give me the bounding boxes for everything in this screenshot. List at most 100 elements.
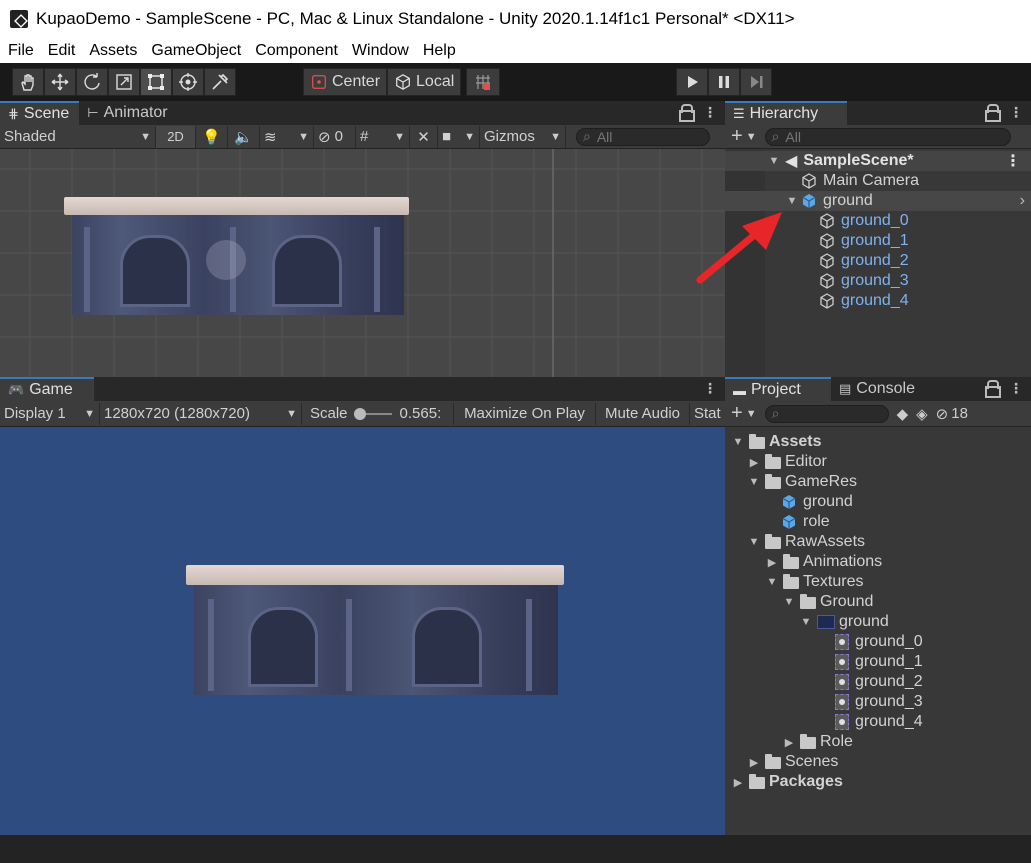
chevron-right-icon[interactable]: ›: [1020, 192, 1025, 210]
collapse-arrow-icon[interactable]: ▶: [765, 556, 779, 569]
expand-arrow-icon[interactable]: ▼: [799, 616, 813, 628]
hierarchy-item-ground-2[interactable]: ground_2: [725, 251, 1031, 271]
menu-window[interactable]: Window: [345, 42, 416, 60]
rect-tool-button[interactable]: [140, 68, 172, 96]
project-item-role-folder[interactable]: ▶ Role: [725, 732, 1031, 752]
collapse-arrow-icon[interactable]: ▶: [747, 456, 761, 469]
project-search-input[interactable]: ⌕: [764, 404, 889, 423]
stats-toggle[interactable]: Stat: [690, 403, 725, 425]
project-item-ground-folder[interactable]: ▼ Ground: [725, 592, 1031, 612]
menu-gameobject[interactable]: GameObject: [144, 42, 248, 60]
hierarchy-item-ground-4[interactable]: ground_4: [725, 291, 1031, 311]
tab-console[interactable]: ▤ Console: [831, 377, 925, 401]
scale-slider[interactable]: Scale 0.565:: [302, 402, 454, 425]
resolution-dropdown[interactable]: 1280x720 (1280x720) ▼: [100, 402, 302, 425]
hierarchy-item-ground-0[interactable]: ground_0: [725, 211, 1031, 231]
shading-mode-dropdown[interactable]: Shaded ▼: [0, 125, 156, 148]
mute-audio-toggle[interactable]: Mute Audio: [596, 402, 690, 425]
tab-project[interactable]: ▬ Project: [725, 377, 831, 401]
pivot-handle[interactable]: [206, 240, 246, 280]
project-item-ground-2-sprite[interactable]: ground_2: [725, 672, 1031, 692]
scene-viewport[interactable]: [0, 149, 725, 377]
maximize-on-play-toggle[interactable]: Maximize On Play: [454, 402, 596, 425]
project-item-role-prefab[interactable]: role: [725, 512, 1031, 532]
hierarchy-item-main-camera[interactable]: Main Camera: [725, 171, 1031, 191]
kebab-menu-icon[interactable]: ⋮: [1009, 380, 1023, 397]
hand-tool-button[interactable]: [12, 68, 44, 96]
scene-tools-button[interactable]: ✕: [410, 125, 438, 148]
hierarchy-item-ground-3[interactable]: ground_3: [725, 271, 1031, 291]
filter-by-type-icon[interactable]: ◆: [897, 405, 909, 423]
kebab-menu-icon[interactable]: ⋮: [703, 104, 717, 121]
custom-tool-button[interactable]: [204, 68, 236, 96]
expand-arrow-icon[interactable]: ▼: [747, 536, 761, 548]
expand-arrow-icon[interactable]: ▼: [765, 576, 779, 588]
tab-hierarchy[interactable]: ☰ Hierarchy: [725, 101, 847, 125]
scale-slider-thumb[interactable]: [353, 407, 366, 420]
kebab-menu-icon[interactable]: ⋮: [1005, 151, 1021, 171]
pause-button[interactable]: [708, 68, 740, 96]
project-item-animations[interactable]: ▶ Animations: [725, 552, 1031, 572]
project-item-ground-3-sprite[interactable]: ground_3: [725, 692, 1031, 712]
tab-game[interactable]: 🎮 Game: [0, 377, 94, 401]
menu-edit[interactable]: Edit: [41, 42, 83, 60]
menu-assets[interactable]: Assets: [82, 42, 144, 60]
project-item-ground-0-sprite[interactable]: ground_0: [725, 632, 1031, 652]
pivot-center-toggle[interactable]: Center: [303, 68, 388, 96]
project-item-gameres[interactable]: ▼ GameRes: [725, 472, 1031, 492]
hierarchy-search-input[interactable]: ⌕ All: [764, 127, 1011, 146]
create-asset-button[interactable]: + ▼: [731, 402, 757, 425]
lock-icon[interactable]: [985, 380, 1001, 398]
hierarchy-item-ground-1[interactable]: ground_1: [725, 231, 1031, 251]
collapse-arrow-icon[interactable]: ▶: [747, 756, 761, 769]
pivot-local-toggle[interactable]: Local: [387, 68, 462, 96]
play-button[interactable]: [676, 68, 708, 96]
lock-icon[interactable]: [679, 104, 695, 122]
scene-search-input[interactable]: ⌕ All: [576, 127, 710, 146]
tab-animator[interactable]: ⊢ Animator: [79, 101, 177, 125]
project-item-ground-texture[interactable]: ▼ ground: [725, 612, 1031, 632]
project-item-assets[interactable]: ▼ Assets: [725, 432, 1031, 452]
step-button[interactable]: [740, 68, 772, 96]
project-item-rawassets[interactable]: ▼ RawAssets: [725, 532, 1031, 552]
audio-toggle[interactable]: 🔈: [228, 125, 260, 148]
camera-dropdown[interactable]: ■ ▼: [438, 125, 480, 148]
menu-component[interactable]: Component: [248, 42, 345, 60]
project-item-textures[interactable]: ▼ Textures: [725, 572, 1031, 592]
kebab-menu-icon[interactable]: ⋮: [1009, 104, 1023, 121]
gizmos-dropdown[interactable]: Gizmos ▼: [480, 125, 566, 148]
expand-arrow-icon[interactable]: ▼: [785, 195, 799, 207]
project-item-scenes[interactable]: ▶ Scenes: [725, 752, 1031, 772]
grid-snap-button[interactable]: [466, 68, 500, 96]
collapse-arrow-icon[interactable]: ▶: [782, 736, 796, 749]
expand-arrow-icon[interactable]: ▼: [782, 596, 796, 608]
expand-arrow-icon[interactable]: ▼: [767, 155, 781, 167]
hidden-objects-toggle[interactable]: ⊘ 0: [314, 125, 356, 148]
tab-scene[interactable]: ⋕ Scene: [0, 101, 80, 125]
transform-tool-button[interactable]: [172, 68, 204, 96]
expand-arrow-icon[interactable]: ▼: [747, 476, 761, 488]
move-tool-button[interactable]: [44, 68, 76, 96]
scale-tool-button[interactable]: [108, 68, 140, 96]
scene-row[interactable]: ▼ ◀ SampleScene* ⋮: [725, 151, 1031, 171]
effects-dropdown[interactable]: ≋ ▼: [260, 125, 314, 148]
hierarchy-item-ground[interactable]: ▼ ground ›: [725, 191, 1031, 211]
ground-sprite-scene[interactable]: [64, 197, 409, 322]
game-viewport[interactable]: [0, 427, 725, 835]
expand-arrow-icon[interactable]: ▼: [731, 436, 745, 448]
scale-slider-track[interactable]: [353, 407, 392, 420]
hidden-packages-toggle[interactable]: ⊘ 18: [936, 405, 968, 423]
kebab-menu-icon[interactable]: ⋮: [703, 380, 717, 397]
project-item-editor[interactable]: ▶ Editor: [725, 452, 1031, 472]
filter-by-label-icon[interactable]: ◈: [916, 405, 928, 423]
project-item-ground-prefab[interactable]: ground: [725, 492, 1031, 512]
grid-dropdown[interactable]: # ▼: [356, 125, 410, 148]
rotate-tool-button[interactable]: [76, 68, 108, 96]
mode-2d-toggle[interactable]: 2D: [156, 125, 196, 148]
project-item-packages[interactable]: ▶ Packages: [725, 772, 1031, 792]
project-item-ground-1-sprite[interactable]: ground_1: [725, 652, 1031, 672]
lock-icon[interactable]: [985, 104, 1001, 122]
menu-file[interactable]: File: [0, 42, 41, 60]
project-item-ground-4-sprite[interactable]: ground_4: [725, 712, 1031, 732]
menu-help[interactable]: Help: [416, 42, 463, 60]
